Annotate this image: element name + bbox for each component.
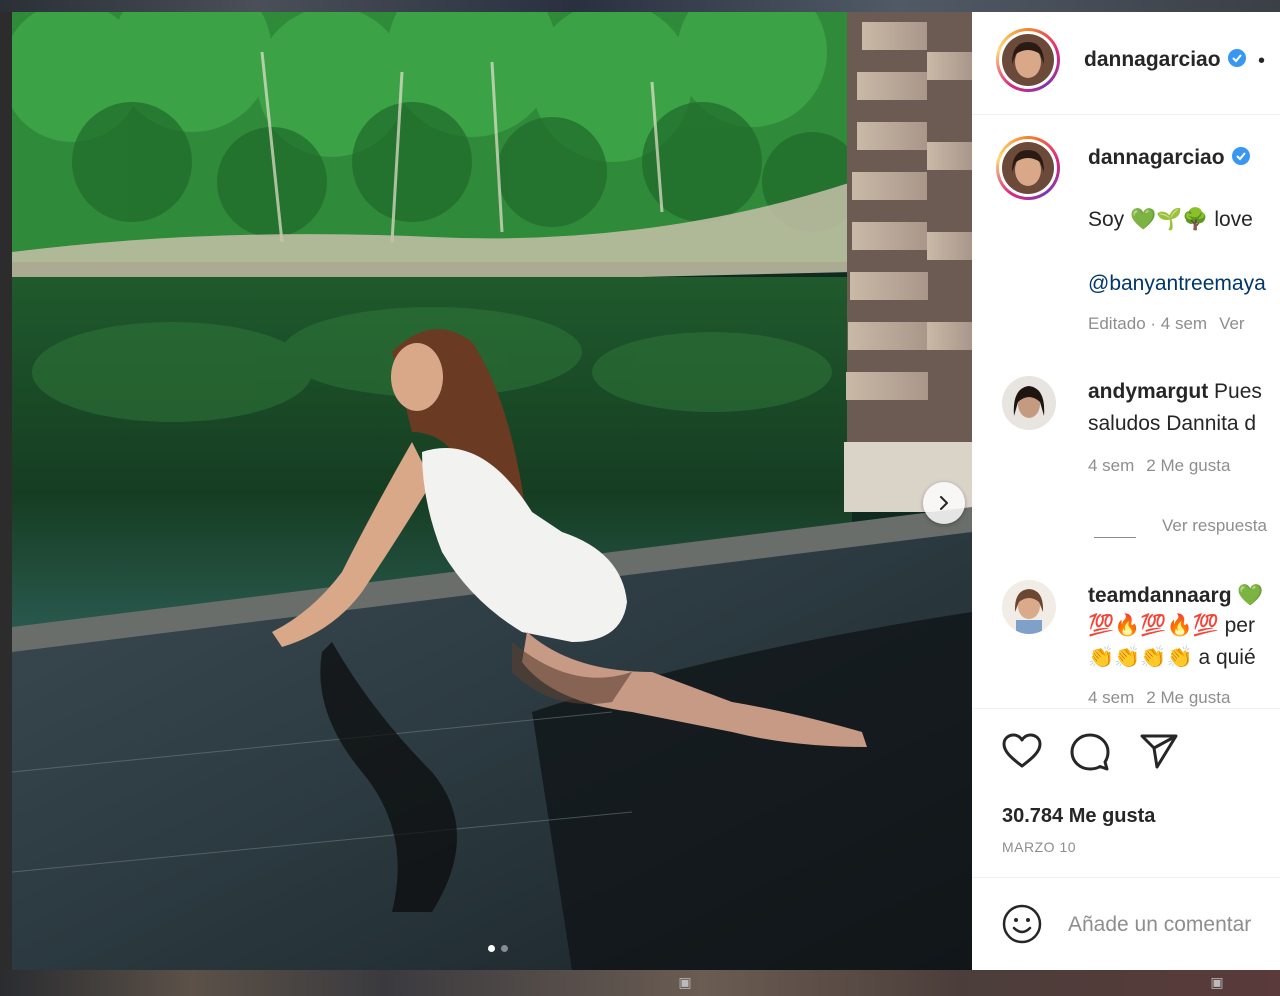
reel-icon: ▣ bbox=[678, 974, 692, 990]
next-photo-button[interactable] bbox=[923, 482, 965, 524]
backdrop-top bbox=[0, 0, 1280, 12]
comment-age: 4 sem bbox=[1088, 456, 1135, 475]
chevron-right-icon bbox=[940, 496, 948, 510]
comment-button[interactable] bbox=[1070, 733, 1110, 776]
post-side-panel: dannagarciao • dannagarciao Soy 💚🌱🌳 love… bbox=[972, 12, 1280, 970]
comment-username[interactable]: andymargut bbox=[1088, 380, 1208, 403]
share-button[interactable] bbox=[1140, 733, 1178, 774]
comment-input[interactable] bbox=[1068, 910, 1280, 940]
comment-avatar[interactable] bbox=[1002, 580, 1056, 634]
avatar-image bbox=[1002, 142, 1054, 194]
carousel-dot bbox=[501, 945, 508, 952]
caption-emojis: 💚🌱🌳 bbox=[1130, 208, 1209, 231]
header-username[interactable]: dannagarciao bbox=[1084, 48, 1247, 72]
avatar-image bbox=[1002, 34, 1054, 86]
comment-text-line3: 👏👏👏👏 a quié bbox=[1088, 646, 1256, 669]
avatar-image bbox=[1002, 376, 1056, 430]
likes-count[interactable]: 30.784 Me gusta bbox=[1002, 805, 1155, 828]
emoji-picker-button[interactable] bbox=[1002, 904, 1042, 949]
post-image[interactable] bbox=[12, 12, 972, 970]
backdrop-bottom bbox=[0, 970, 1280, 996]
verified-badge-icon bbox=[1227, 49, 1246, 67]
see-translation-link[interactable]: Ver bbox=[1219, 314, 1245, 333]
emoji-icon bbox=[1002, 904, 1042, 944]
post-header: dannagarciao • bbox=[972, 12, 1280, 115]
heart-icon bbox=[1002, 733, 1042, 768]
share-icon bbox=[1140, 734, 1178, 769]
like-button[interactable] bbox=[1002, 733, 1042, 774]
post-photo-illustration bbox=[12, 12, 972, 970]
edited-label: Editado · 4 sem bbox=[1088, 314, 1208, 333]
carousel-dot-active bbox=[488, 945, 495, 952]
caption-avatar[interactable] bbox=[996, 136, 1060, 200]
more-options-button[interactable]: • bbox=[1258, 50, 1265, 73]
caption-meta: Editado · 4 sem Ver bbox=[1088, 314, 1257, 334]
post-date: MARZO 10 bbox=[1002, 839, 1077, 855]
reel-icon: ▣ bbox=[1210, 974, 1224, 990]
comment-text-line2: 💯🔥💯🔥💯 per bbox=[1088, 614, 1255, 637]
comment-text-line1: teamdannaarg 💚 bbox=[1088, 584, 1264, 607]
view-replies-button[interactable]: Ver respuesta bbox=[1162, 516, 1267, 536]
comment-avatar[interactable] bbox=[1002, 376, 1056, 430]
avatar[interactable] bbox=[996, 28, 1060, 92]
comment-age: 4 sem bbox=[1088, 688, 1135, 707]
comment-likes[interactable]: 2 Me gusta bbox=[1146, 688, 1230, 707]
comment-icon bbox=[1070, 733, 1110, 771]
comment-text-line1: andymargut Pues bbox=[1088, 380, 1262, 403]
comment-meta: 4 sem 2 Me gusta bbox=[1088, 456, 1242, 476]
post-actions: 30.784 Me gusta MARZO 10 bbox=[972, 708, 1280, 970]
avatar-image bbox=[1002, 580, 1056, 634]
caption-mention-link[interactable]: @banyantreemaya bbox=[1088, 272, 1266, 296]
backdrop-left bbox=[0, 12, 12, 970]
caption-text: Soy 💚🌱🌳 love bbox=[1088, 208, 1253, 231]
comment-text-line2: saludos Dannita d bbox=[1088, 412, 1257, 435]
replies-divider bbox=[1094, 537, 1136, 538]
caption-username[interactable]: dannagarciao bbox=[1088, 146, 1251, 170]
comment-likes[interactable]: 2 Me gusta bbox=[1146, 456, 1230, 475]
add-comment-section bbox=[972, 877, 1280, 970]
carousel-indicator bbox=[488, 945, 508, 952]
comment-username[interactable]: teamdannaarg bbox=[1088, 584, 1232, 607]
verified-badge-icon bbox=[1231, 147, 1250, 165]
comment-meta: 4 sem 2 Me gusta bbox=[1088, 688, 1242, 708]
